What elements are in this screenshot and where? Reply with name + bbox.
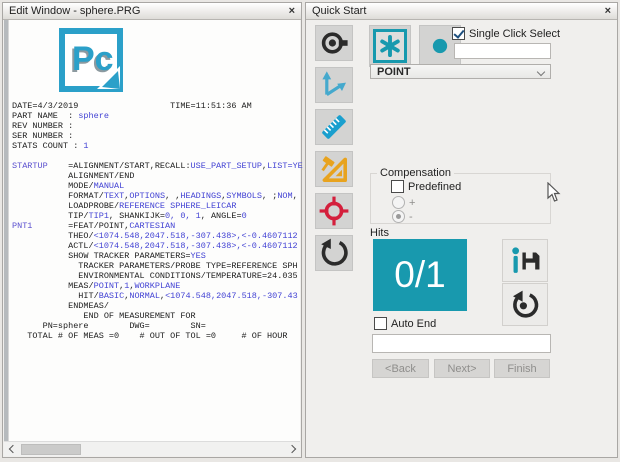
hits-input[interactable]	[372, 334, 551, 353]
pcdmis-logo-icon: Pc Pc	[59, 28, 123, 92]
chevron-right-icon	[287, 445, 295, 453]
finish-button-label: Finish	[507, 363, 536, 375]
auto-end-row: Auto End	[374, 317, 436, 330]
predefined-row: Predefined	[391, 180, 461, 193]
auto-end-label: Auto End	[391, 318, 436, 330]
single-click-select-label: Single Click Select	[469, 28, 560, 40]
asterisk-icon	[377, 33, 403, 59]
edit-window-close-button[interactable]: ×	[289, 6, 295, 17]
target-button[interactable]	[315, 193, 353, 229]
edit-window-titlebar[interactable]: Edit Window - sphere.PRG ×	[3, 3, 301, 20]
take-hit-button[interactable]	[502, 239, 548, 282]
probe-feature-icon	[318, 27, 350, 59]
reset-hits-button[interactable]	[502, 283, 548, 326]
quick-start-body: Single Click Select POINT Compensation P…	[307, 20, 616, 456]
app-screen: Edit Window - sphere.PRG × Pc Pc DATE=4/…	[0, 0, 620, 462]
tools-setsquare-icon	[318, 153, 350, 185]
comp-minus-row: -	[392, 210, 413, 223]
next-button[interactable]: Next>	[434, 359, 490, 378]
edit-window-title: Edit Window - sphere.PRG	[9, 5, 140, 17]
edit-window-left-scrollbar[interactable]	[4, 20, 9, 441]
rotate-arrow-icon	[318, 237, 350, 269]
filter-input[interactable]	[454, 43, 551, 59]
quick-start-titlebar[interactable]: Quick Start ×	[306, 3, 617, 20]
back-button[interactable]: <Back	[372, 359, 429, 378]
code-area[interactable]: DATE=4/3/2019 TIME=11:51:36 AMPART NAME …	[12, 101, 298, 341]
rotate-button[interactable]	[315, 235, 353, 271]
chevron-down-icon	[538, 66, 544, 78]
undo-circle-icon	[509, 289, 541, 321]
single-click-select-checkbox[interactable]	[452, 27, 465, 40]
comp-plus-label: +	[409, 197, 415, 209]
hscrollbar-thumb[interactable]	[21, 444, 81, 455]
edit-window-hscrollbar[interactable]	[4, 441, 300, 456]
scroll-right-button[interactable]	[285, 442, 300, 457]
comp-minus-radio[interactable]	[392, 210, 405, 223]
calibration-button[interactable]	[315, 151, 353, 187]
ruler-icon	[318, 111, 350, 143]
next-button-label: Next>	[447, 363, 476, 375]
quick-start-close-button[interactable]: ×	[605, 6, 611, 17]
hits-counter: 0/1	[373, 239, 467, 311]
predefined-label: Predefined	[408, 181, 461, 193]
measured-feature-button[interactable]	[315, 25, 353, 61]
auto-end-checkbox[interactable]	[374, 317, 387, 330]
selected-frame	[373, 29, 407, 63]
alignment-button[interactable]	[315, 67, 353, 103]
back-button-label: <Back	[385, 363, 416, 375]
comp-minus-label: -	[409, 211, 413, 223]
probe-save-icon	[508, 244, 542, 278]
hits-label: Hits	[370, 227, 389, 239]
finish-button[interactable]: Finish	[494, 359, 550, 378]
hits-counter-value: 0/1	[394, 254, 445, 296]
edit-window: Edit Window - sphere.PRG × Pc Pc DATE=4/…	[2, 2, 302, 458]
point-circle-icon	[427, 33, 453, 59]
predefined-checkbox[interactable]	[391, 180, 404, 193]
feature-type-value: POINT	[377, 66, 411, 78]
comp-plus-row: +	[392, 196, 415, 209]
alignment-axes-icon	[318, 69, 350, 101]
single-click-select-row: Single Click Select	[452, 27, 560, 40]
svg-text:Pc: Pc	[72, 40, 114, 78]
compensation-label: Compensation	[377, 167, 454, 179]
compensation-groupbox: Compensation Predefined + -	[370, 173, 551, 224]
dimension-button[interactable]	[315, 109, 353, 145]
feature-type-dropdown[interactable]: POINT	[370, 64, 551, 79]
edit-window-body: Pc Pc DATE=4/3/2019 TIME=11:51:36 AMPART…	[4, 20, 300, 456]
quick-start-title: Quick Start	[312, 5, 366, 17]
crosshair-target-icon	[318, 195, 350, 227]
chevron-left-icon	[8, 445, 16, 453]
scroll-left-button[interactable]	[4, 442, 19, 457]
comp-plus-radio[interactable]	[392, 196, 405, 209]
quick-start-panel: Quick Start ×	[305, 2, 618, 458]
auto-feature-button[interactable]	[369, 25, 411, 67]
